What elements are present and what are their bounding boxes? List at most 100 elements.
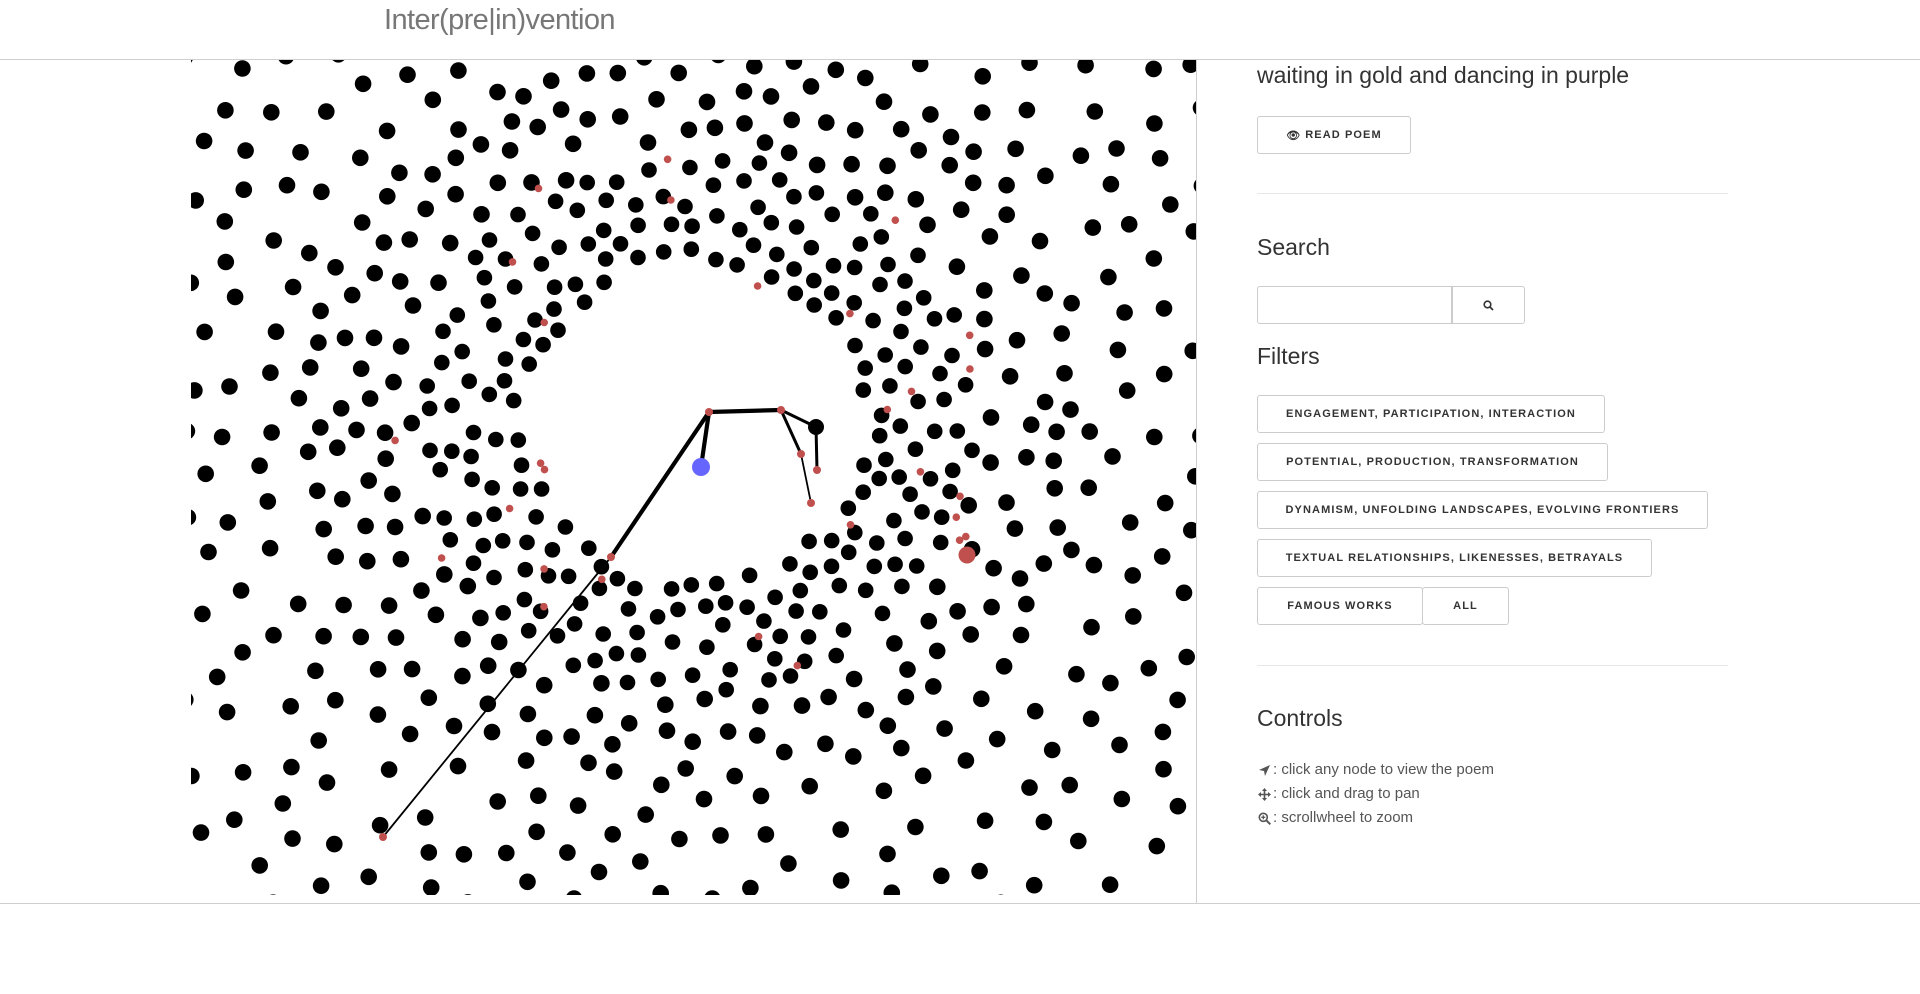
poem-node[interactable] [879, 717, 897, 734]
poem-node[interactable] [892, 120, 910, 138]
poem-node[interactable] [887, 556, 903, 573]
poem-node[interactable] [557, 519, 574, 535]
selected-poem-node[interactable] [692, 458, 710, 476]
poem-node[interactable] [424, 166, 441, 183]
poem-node[interactable] [218, 703, 236, 721]
related-poem-node[interactable] [754, 632, 763, 641]
related-poem-node[interactable] [965, 331, 974, 340]
poem-node[interactable] [1063, 541, 1080, 559]
poem-node[interactable] [461, 373, 478, 390]
poem-node[interactable] [1146, 115, 1163, 132]
poem-node[interactable] [327, 691, 344, 709]
poem-node[interactable] [944, 462, 961, 479]
poem-node[interactable] [653, 776, 670, 794]
poem-node[interactable] [1018, 595, 1035, 613]
poem-node[interactable] [195, 132, 213, 150]
poem-node[interactable] [521, 356, 537, 372]
poem-node[interactable] [590, 863, 608, 881]
poem-node[interactable] [817, 735, 834, 753]
poem-node[interactable] [336, 329, 354, 347]
poem-node[interactable] [1145, 60, 1162, 78]
poem-node[interactable] [865, 312, 881, 329]
poem-node[interactable] [449, 757, 467, 775]
poem-node[interactable] [278, 60, 295, 65]
poem-node[interactable] [1072, 147, 1090, 164]
poem-node[interactable] [1018, 101, 1036, 119]
poem-node[interactable] [384, 485, 401, 503]
poem-node[interactable] [284, 278, 302, 296]
poem-node[interactable] [883, 884, 901, 895]
poem-node[interactable] [684, 218, 700, 234]
poem-node[interactable] [636, 60, 653, 66]
poem-node[interactable] [628, 197, 644, 213]
poem-node[interactable] [611, 108, 629, 125]
poem-node[interactable] [327, 548, 344, 565]
poem-node[interactable] [1008, 331, 1026, 349]
poem-node[interactable] [569, 797, 587, 814]
poem-node[interactable] [417, 200, 434, 218]
poem-node[interactable] [808, 419, 824, 435]
poem-node[interactable] [783, 111, 800, 129]
poem-node[interactable] [513, 457, 530, 474]
poem-node[interactable] [1108, 140, 1125, 157]
poem-node[interactable] [435, 323, 451, 340]
poem-node[interactable] [564, 135, 582, 153]
poem-node[interactable] [976, 310, 993, 328]
poem-node[interactable] [925, 678, 942, 695]
poem-node[interactable] [832, 821, 849, 838]
poem-node[interactable] [360, 472, 377, 489]
poem-node[interactable] [547, 193, 564, 210]
poem-node[interactable] [1155, 365, 1173, 383]
poem-node[interactable] [419, 378, 435, 394]
poem-node[interactable] [878, 451, 894, 468]
poem-node[interactable] [572, 595, 589, 611]
related-poem-node[interactable] [813, 466, 821, 474]
poem-node[interactable] [527, 312, 543, 328]
poem-node[interactable] [944, 347, 960, 364]
poem-node[interactable] [473, 206, 490, 223]
poem-node[interactable] [352, 149, 369, 167]
poem-node[interactable] [855, 382, 872, 398]
poem-node[interactable] [1109, 341, 1127, 359]
poem-node[interactable] [265, 626, 282, 644]
poem-node[interactable] [369, 661, 387, 678]
poem-node[interactable] [976, 812, 994, 829]
poem-node[interactable] [595, 222, 612, 239]
poem-node[interactable] [683, 577, 700, 593]
poem-node[interactable] [1100, 268, 1117, 286]
poem-node[interactable] [194, 605, 211, 623]
poem-node[interactable] [481, 386, 498, 403]
poem-node[interactable] [840, 544, 857, 561]
poem-node[interactable] [436, 566, 453, 583]
poem-node[interactable] [1025, 876, 1043, 894]
poem-node[interactable] [460, 894, 477, 895]
poem-node[interactable] [403, 414, 420, 432]
poem-node[interactable] [326, 835, 343, 853]
poem-node[interactable] [315, 627, 332, 645]
poem-node[interactable] [579, 111, 596, 128]
poem-node[interactable] [378, 122, 396, 140]
poem-node[interactable] [932, 365, 948, 382]
poem-node[interactable] [677, 198, 693, 215]
poem-node[interactable] [974, 104, 991, 121]
poem-node[interactable] [761, 672, 777, 688]
poem-node[interactable] [530, 787, 547, 804]
poem-node[interactable] [595, 626, 611, 642]
poem-node[interactable] [550, 322, 566, 339]
poem-node[interactable] [933, 867, 950, 885]
poem-node[interactable] [515, 88, 532, 105]
poem-node[interactable] [948, 258, 966, 275]
poem-node[interactable] [1140, 659, 1158, 677]
poem-node[interactable] [786, 188, 802, 205]
poem-node[interactable] [587, 652, 603, 669]
poem-node[interactable] [1104, 448, 1121, 465]
poem-node[interactable] [748, 727, 766, 744]
poem-node[interactable] [447, 185, 464, 203]
poem-node[interactable] [191, 423, 196, 440]
poem-node[interactable] [292, 144, 309, 161]
poem-node[interactable] [1155, 300, 1173, 317]
poem-node[interactable] [663, 216, 680, 233]
poem-node[interactable] [580, 236, 597, 252]
poem-node[interactable] [899, 661, 916, 678]
poem-node[interactable] [191, 192, 204, 209]
